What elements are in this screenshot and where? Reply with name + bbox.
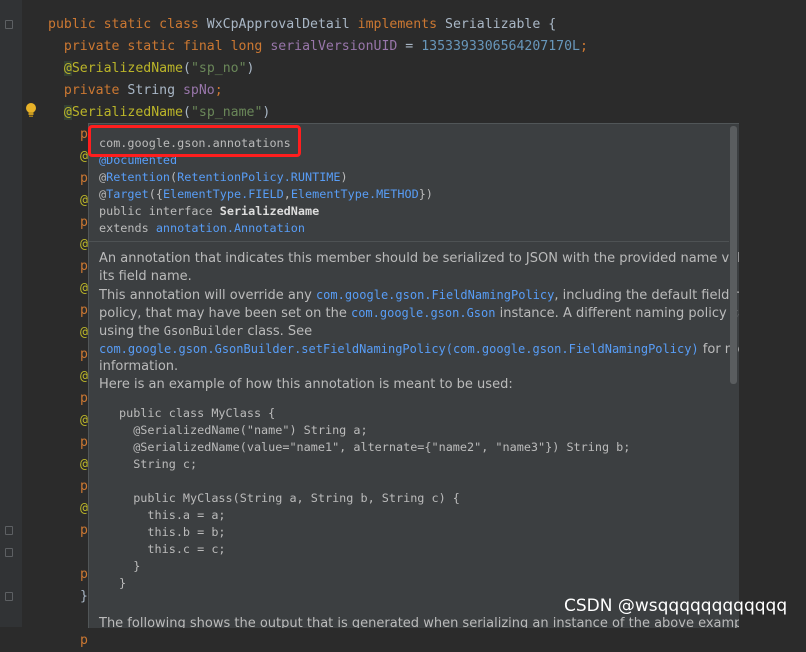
code-line-stub[interactable]: @ (80, 190, 88, 212)
target-link[interactable]: Target (106, 187, 149, 201)
code-line-stub[interactable]: } (80, 586, 88, 608)
code-line-stub[interactable]: @ (80, 498, 88, 520)
doc-description: An annotation that indicates this member… (99, 251, 739, 392)
example-code-line (119, 473, 630, 490)
fold-marker-icon[interactable] (5, 548, 13, 557)
code-line[interactable]: public static class WxCpApprovalDetail i… (48, 14, 556, 36)
quick-documentation-popup: com.google.gson.annotations @Documented … (88, 123, 739, 628)
example-code-line: this.a = a; (119, 508, 226, 522)
interface-name: SerializedName (219, 204, 320, 218)
doc-cutoff-text: The following shows the output that is g… (99, 616, 739, 628)
gson-builder-code: GsonBuilder (163, 324, 244, 338)
set-field-naming-policy-link[interactable]: com.google.gson.GsonBuilder.setFieldNami… (99, 342, 699, 356)
code-line[interactable]: private static final long serialVersionU… (48, 36, 588, 58)
field-naming-policy-link[interactable]: com.google.gson.FieldNamingPolicy (316, 288, 554, 302)
example-code-block: public class MyClass { @SerializedName("… (119, 405, 630, 592)
code-line-stub[interactable]: p (80, 432, 88, 454)
example-code-line: @SerializedName("name") String a; (119, 423, 368, 437)
code-line-stub[interactable]: @ (80, 146, 88, 168)
element-type-field-link[interactable]: ElementType (163, 187, 241, 201)
popup-scrollbar[interactable] (730, 126, 737, 384)
code-line-stub[interactable]: @ (80, 410, 88, 432)
code-line[interactable]: private String spNo; (48, 80, 223, 102)
example-code-line: public class MyClass { (119, 406, 276, 420)
code-line-stub[interactable]: p (80, 344, 88, 366)
example-code-line: public MyClass(String a, String b, Strin… (119, 491, 460, 505)
code-line[interactable]: @SerializedName("sp_name") (48, 102, 270, 124)
code-line-stub[interactable]: @ (80, 454, 88, 476)
retention-link[interactable]: Retention (106, 170, 170, 184)
code-line-stub[interactable]: @ (80, 278, 88, 300)
fold-marker-icon[interactable] (5, 20, 13, 29)
code-line-stub[interactable]: p (80, 212, 88, 234)
code-line-stub[interactable]: @ (80, 234, 88, 256)
example-code-line: } (119, 576, 127, 590)
code-line-stub[interactable]: p (80, 630, 88, 652)
code-line-stub[interactable]: p (80, 124, 88, 146)
example-code-line: this.c = c; (119, 542, 226, 556)
runtime-link[interactable]: RUNTIME (291, 170, 341, 184)
code-line[interactable]: @SerializedName("sp_no") (48, 58, 254, 80)
gson-link[interactable]: com.google.gson.Gson (351, 306, 496, 320)
retention-policy-link[interactable]: RetentionPolicy (177, 170, 284, 184)
code-line-stub[interactable]: p (80, 256, 88, 278)
code-line-stub[interactable]: @ (80, 366, 88, 388)
code-line-stub[interactable]: p (80, 476, 88, 498)
code-line-stub[interactable]: p (80, 564, 88, 586)
code-line-stub[interactable]: p (80, 388, 88, 410)
example-code-line: @SerializedName(value="name1", alternate… (119, 440, 631, 454)
editor-gutter (0, 0, 22, 627)
watermark: CSDN @wsqqqqqqqqqqqq (564, 596, 788, 616)
fold-marker-icon[interactable] (5, 592, 13, 601)
code-line-stub[interactable]: p (80, 520, 88, 542)
example-code-line: this.b = b; (119, 525, 226, 539)
element-type-method-link[interactable]: ElementType (291, 187, 369, 201)
example-code-line: } (119, 559, 141, 573)
highlight-box (88, 125, 301, 157)
example-code-line: String c; (119, 457, 198, 471)
doc-divider (89, 241, 729, 242)
code-line-stub[interactable]: @ (80, 322, 88, 344)
fold-marker-icon[interactable] (5, 526, 13, 535)
code-line-stub[interactable]: p (80, 168, 88, 190)
lightbulb-icon[interactable] (24, 102, 38, 118)
annotation-link[interactable]: annotation.Annotation (156, 221, 305, 235)
code-line-stub[interactable]: p (80, 300, 88, 322)
